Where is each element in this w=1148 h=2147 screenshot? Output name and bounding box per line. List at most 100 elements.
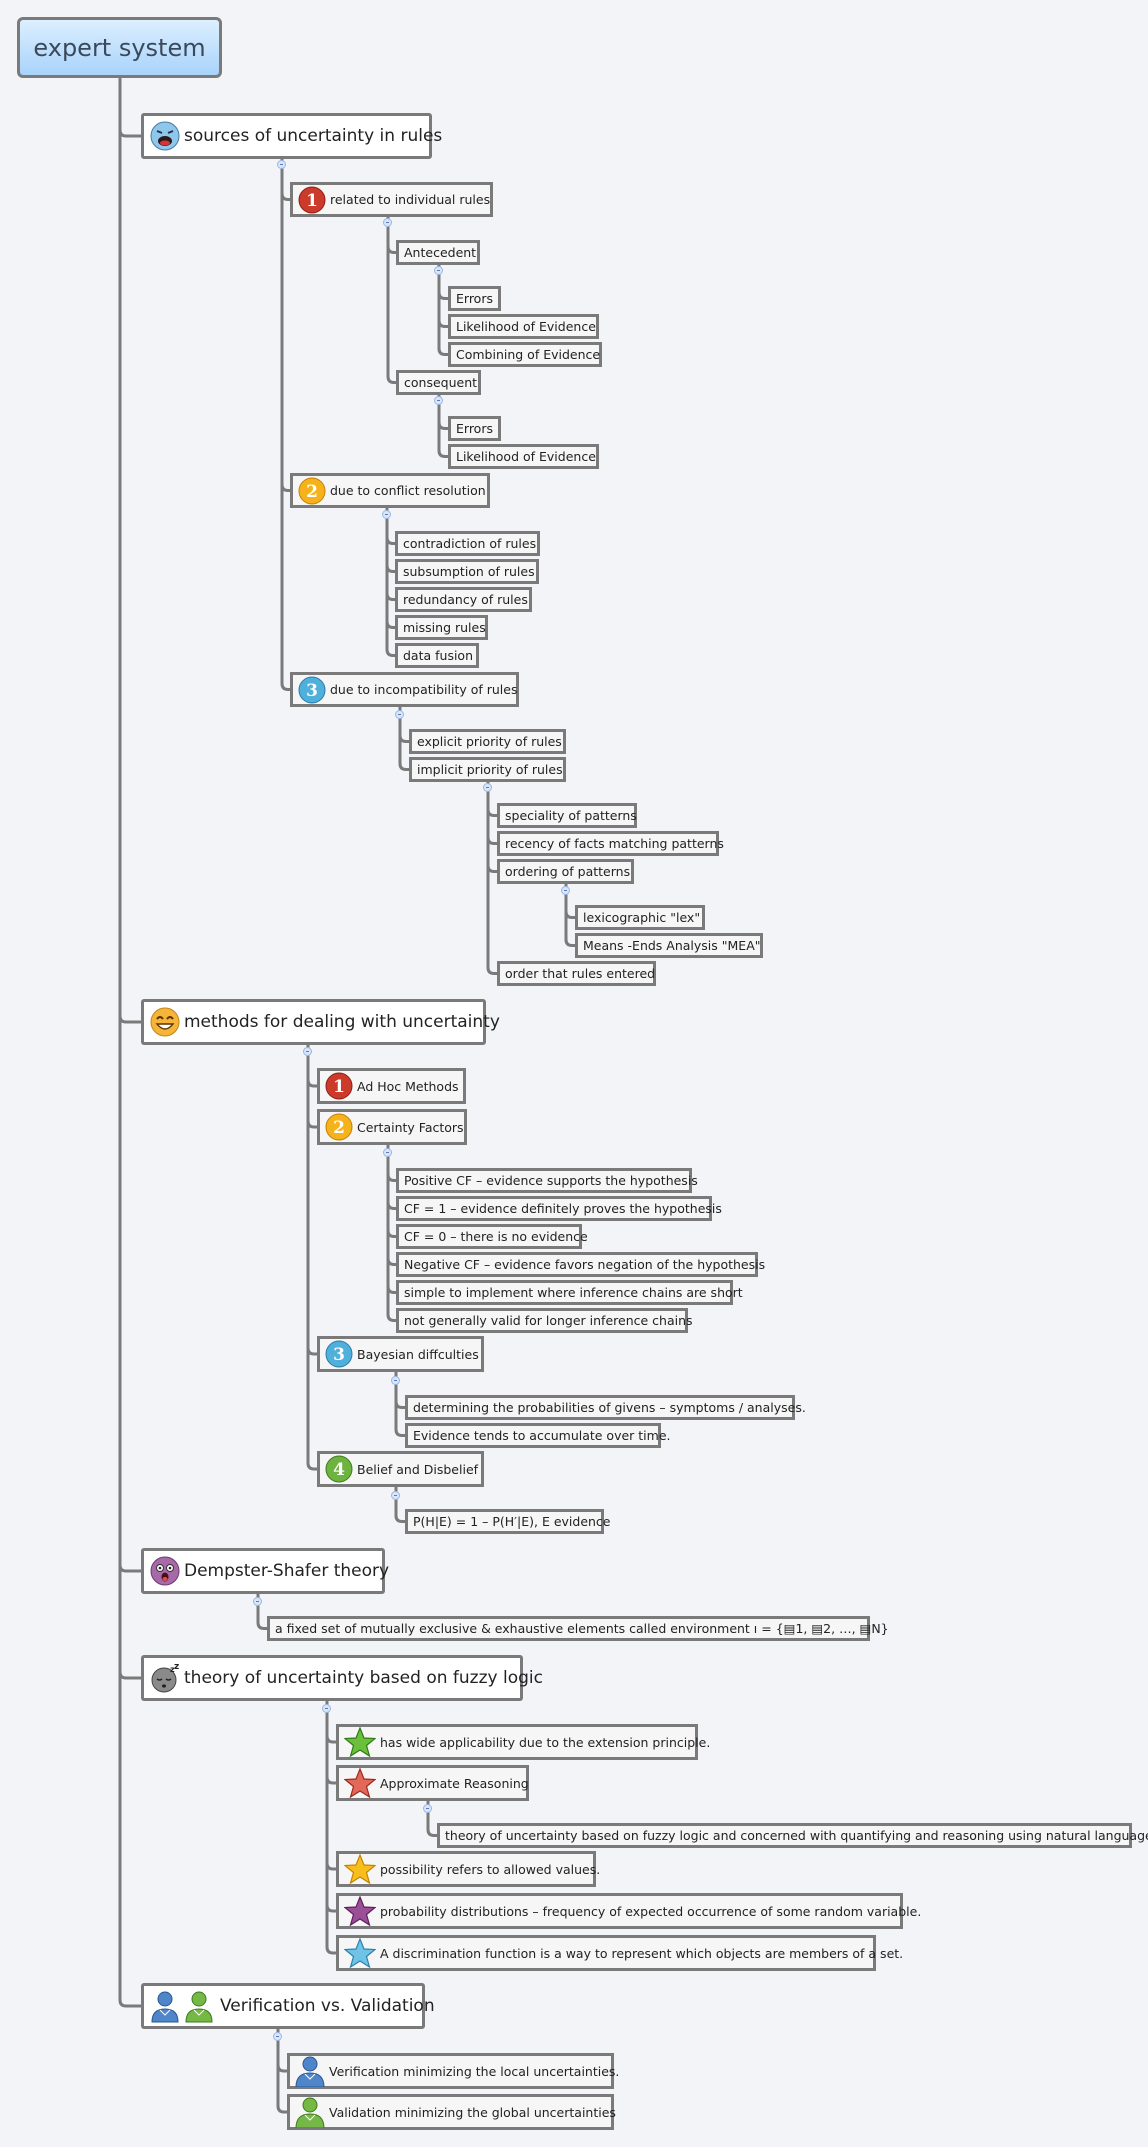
- collapse-toggle[interactable]: [303, 1047, 312, 1056]
- subtopic-label: Verification minimizing the local uncert…: [329, 2063, 620, 2079]
- collapse-toggle[interactable]: [391, 1376, 400, 1385]
- collapse-toggle[interactable]: [322, 1704, 331, 1713]
- collapse-toggle[interactable]: [423, 1804, 432, 1813]
- leaf-negative-cf[interactable]: Negative CF – evidence favors negation o…: [396, 1252, 765, 1277]
- laughing-face-icon: [150, 1007, 180, 1037]
- priority-2-icon: 2: [325, 1113, 353, 1141]
- subtopic-due-to-incompatibility-of-rules[interactable]: 3 due to incompatibility of rules: [290, 672, 519, 707]
- collapse-toggle[interactable]: [434, 266, 443, 275]
- leaf-label: Combining of Evidence: [456, 347, 601, 362]
- leaf-errors[interactable]: Errors: [448, 416, 501, 441]
- subtopic-probability-distributions[interactable]: probability distributions – frequency of…: [336, 1893, 921, 1929]
- collapse-toggle[interactable]: [277, 160, 286, 169]
- subtopic-label: Approximate Reasoning: [380, 1775, 529, 1791]
- subtopic-ordering-of-patterns[interactable]: ordering of patterns: [497, 859, 634, 884]
- leaf-label: subsumption of rules: [403, 564, 535, 579]
- subtopic-label: possibility refers to allowed values.: [380, 1861, 601, 1877]
- leaf-fixed-set-environment[interactable]: a fixed set of mutually exclusive & exha…: [267, 1616, 889, 1641]
- leaf-determining-probabilities[interactable]: determining the probabilities of givens …: [405, 1395, 806, 1420]
- subtopic-implicit-priority-of-rules[interactable]: implicit priority of rules: [409, 757, 566, 782]
- collapse-toggle[interactable]: [253, 1597, 262, 1606]
- subtopic-label: consequent: [404, 375, 478, 390]
- collapse-toggle[interactable]: [395, 710, 404, 719]
- collapse-toggle[interactable]: [391, 1491, 400, 1500]
- subtopic-antecedent[interactable]: Antecedent: [396, 240, 480, 265]
- subtopic-verification[interactable]: Verification minimizing the local uncert…: [287, 2053, 619, 2089]
- leaf-approximate-reasoning-definition[interactable]: theory of uncertainty based on fuzzy log…: [437, 1823, 1148, 1848]
- leaf-explicit-priority-of-rules[interactable]: explicit priority of rules: [409, 729, 566, 754]
- subtopic-bayesian-difficulties[interactable]: 3 Bayesian diffculties: [317, 1336, 484, 1372]
- collapse-toggle[interactable]: [273, 2032, 282, 2041]
- subtopic-possibility[interactable]: possibility refers to allowed values.: [336, 1851, 600, 1887]
- connector-line: [118, 78, 141, 1680]
- leaf-evidence-accumulates[interactable]: Evidence tends to accumulate over time.: [405, 1423, 671, 1448]
- leaf-label: simple to implement where inference chai…: [404, 1285, 743, 1300]
- priority-1-icon: 1: [298, 186, 326, 214]
- leaf-combining-of-evidence[interactable]: Combining of Evidence: [448, 342, 602, 367]
- topic-verification-vs-validation[interactable]: Verification vs. Validation: [141, 1983, 435, 2029]
- leaf-means-ends-analysis[interactable]: Means -Ends Analysis "MEA": [575, 933, 763, 958]
- topic-label: sources of uncertainty in rules: [184, 126, 443, 146]
- subtopic-approximate-reasoning[interactable]: Approximate Reasoning: [336, 1765, 529, 1801]
- leaf-likelihood-of-evidence[interactable]: Likelihood of Evidence: [448, 444, 599, 469]
- collapse-toggle[interactable]: [434, 396, 443, 405]
- leaf-subsumption-of-rules[interactable]: subsumption of rules: [395, 559, 539, 584]
- topic-sources-of-uncertainty[interactable]: sources of uncertainty in rules: [141, 113, 442, 159]
- svg-text:4: 4: [333, 1460, 345, 1480]
- connector-line: [385, 508, 395, 601]
- subtopic-discrimination-function[interactable]: A discrimination function is a way to re…: [336, 1935, 903, 1971]
- leaf-belief-formula[interactable]: P(H|E) = 1 – P(H′|E), E evidence: [405, 1509, 611, 1534]
- subtopic-label: Validation minimizing the global uncerta…: [329, 2104, 616, 2120]
- leaf-label: Evidence tends to accumulate over time.: [413, 1428, 671, 1443]
- sleeping-face-icon: zz: [150, 1663, 180, 1693]
- leaf-errors[interactable]: Errors: [448, 286, 501, 311]
- subtopic-due-to-conflict-resolution[interactable]: 2 due to conflict resolution: [290, 473, 490, 508]
- collapse-toggle[interactable]: [382, 510, 391, 519]
- subtopic-validation[interactable]: Validation minimizing the global uncerta…: [287, 2094, 616, 2130]
- connector-line: [486, 782, 497, 873]
- collapse-toggle[interactable]: [383, 218, 392, 227]
- leaf-contradiction-of-rules[interactable]: contradiction of rules: [395, 531, 540, 556]
- leaf-missing-rules[interactable]: missing rules: [395, 615, 488, 640]
- leaf-positive-cf[interactable]: Positive CF – evidence supports the hypo…: [396, 1168, 698, 1193]
- leaf-recency-of-facts[interactable]: recency of facts matching patterns: [497, 831, 724, 856]
- leaf-label: P(H|E) = 1 – P(H′|E), E evidence: [413, 1514, 611, 1529]
- topic-dempster-shafer-theory[interactable]: Dempster-Shafer theory: [141, 1548, 389, 1594]
- priority-3-icon: 3: [298, 676, 326, 704]
- connector-line: [118, 78, 141, 1024]
- subtopic-wide-applicability[interactable]: has wide applicability due to the extens…: [336, 1724, 710, 1760]
- leaf-speciality-of-patterns[interactable]: speciality of patterns: [497, 803, 637, 828]
- topic-label: methods for dealing with uncertainty: [184, 1012, 500, 1032]
- subtopic-ad-hoc-methods[interactable]: 1 Ad Hoc Methods: [317, 1068, 466, 1104]
- leaf-not-generally-valid[interactable]: not generally valid for longer inference…: [396, 1308, 693, 1333]
- topic-label: Dempster-Shafer theory: [184, 1561, 390, 1581]
- leaf-label: Positive CF – evidence supports the hypo…: [404, 1173, 698, 1188]
- svg-text:2: 2: [333, 1118, 345, 1138]
- green-user-icon: [295, 2096, 325, 2128]
- root-topic[interactable]: expert system: [17, 17, 222, 78]
- subtopic-label: ordering of patterns: [505, 864, 631, 879]
- leaf-lexicographic[interactable]: lexicographic "lex": [575, 905, 705, 930]
- collapse-toggle[interactable]: [383, 1148, 392, 1157]
- topic-methods-for-dealing-with-uncertainty[interactable]: methods for dealing with uncertainty: [141, 999, 500, 1045]
- collapse-toggle[interactable]: [561, 886, 570, 895]
- leaf-simple-to-implement[interactable]: simple to implement where inference chai…: [396, 1280, 743, 1305]
- leaf-label: a fixed set of mutually exclusive & exha…: [275, 1621, 889, 1636]
- leaf-cf-equals-1[interactable]: CF = 1 – evidence definitely proves the …: [396, 1196, 722, 1221]
- connector-line: [306, 1045, 317, 1356]
- leaf-label: Means -Ends Analysis "MEA": [583, 938, 761, 953]
- leaf-label: Likelihood of Evidence: [456, 449, 596, 464]
- collapse-toggle[interactable]: [483, 783, 492, 792]
- subtopic-belief-and-disbelief[interactable]: 4 Belief and Disbelief: [317, 1451, 484, 1487]
- subtopic-consequent[interactable]: consequent: [396, 370, 481, 395]
- leaf-redundancy-of-rules[interactable]: redundancy of rules: [395, 587, 532, 612]
- leaf-cf-equals-0[interactable]: CF = 0 – there is no evidence: [396, 1224, 588, 1249]
- leaf-order-that-rules-entered[interactable]: order that rules entered: [497, 961, 656, 986]
- leaf-data-fusion[interactable]: data fusion: [395, 643, 479, 668]
- connector-line: [118, 78, 141, 138]
- subtopic-related-to-individual-rules[interactable]: 1 related to individual rules: [290, 182, 493, 217]
- leaf-likelihood-of-evidence[interactable]: Likelihood of Evidence: [448, 314, 599, 339]
- subtopic-certainty-factors[interactable]: 2 Certainty Factors: [317, 1109, 467, 1145]
- svg-text:2: 2: [306, 482, 318, 502]
- topic-fuzzy-logic-theory[interactable]: zz theory of uncertainty based on fuzzy …: [141, 1655, 543, 1701]
